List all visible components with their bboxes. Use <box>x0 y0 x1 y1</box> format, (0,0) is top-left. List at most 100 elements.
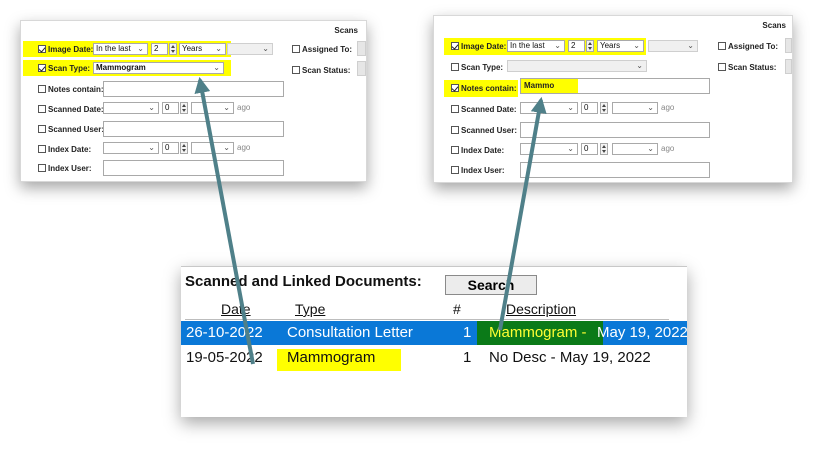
image-date-count-value: 2 <box>571 41 576 50</box>
chevron-down-icon: ⌄ <box>554 41 561 50</box>
scanned-date-ago: ago <box>237 103 251 112</box>
index-date-spinner[interactable] <box>600 143 608 155</box>
index-date-label: Index Date: <box>461 146 505 155</box>
index-date-mode-select[interactable]: ⌄ <box>520 143 578 155</box>
scan-status-field[interactable] <box>357 61 366 76</box>
index-date-mode-select[interactable]: ⌄ <box>103 142 159 154</box>
scan-type-label: Scan Type: <box>461 63 504 72</box>
index-date-count-field[interactable]: 0 <box>581 143 598 155</box>
image-date-count-field[interactable]: 2 <box>568 40 585 52</box>
image-date-checkbox[interactable] <box>38 45 46 53</box>
row-num: 1 <box>463 324 472 341</box>
table-row[interactable]: 19-05-2022 Mammogram 1 No Desc - May 19,… <box>181 346 687 371</box>
scanned-date-count-value: 0 <box>165 103 170 112</box>
image-date-extra-select[interactable]: ⌄ <box>648 40 698 52</box>
index-date-count-field[interactable]: 0 <box>162 142 179 154</box>
image-date-count-spinner[interactable] <box>169 43 177 55</box>
scanned-user-label: Scanned User: <box>48 125 105 134</box>
row-description-highlight: Mammogram - <box>489 324 587 341</box>
scanned-date-unit-select[interactable]: ⌄ <box>191 102 234 114</box>
notes-contain-label: Notes contain: <box>461 84 517 93</box>
chevron-down-icon: ⌄ <box>636 61 643 70</box>
image-date-unit-select[interactable]: Years ⌄ <box>179 43 226 55</box>
index-date-count-value: 0 <box>584 144 589 153</box>
scanned-date-mode-select[interactable]: ⌄ <box>520 102 578 114</box>
scanned-date-spinner[interactable] <box>600 102 608 114</box>
scanned-date-count-field[interactable]: 0 <box>162 102 179 114</box>
assigned-to-field[interactable] <box>357 41 366 56</box>
notes-contain-input[interactable] <box>103 81 284 97</box>
scan-status-checkbox[interactable] <box>718 63 726 71</box>
scans-filter-panel-left: Scans Image Date: In the last ⌄ 2 Years ⌄ … <box>20 20 367 182</box>
chevron-down-icon: ⌄ <box>687 41 694 50</box>
index-date-spinner[interactable] <box>180 142 188 154</box>
chevron-down-icon: ⌄ <box>567 103 574 112</box>
index-date-checkbox[interactable] <box>451 146 459 154</box>
scanned-date-label: Scanned Date: <box>48 105 104 114</box>
column-header-type[interactable]: Type <box>295 301 325 317</box>
chevron-down-icon: ⌄ <box>647 103 654 112</box>
index-date-ago: ago <box>661 144 675 153</box>
scan-status-field[interactable] <box>785 59 792 74</box>
row-type: Mammogram <box>287 349 376 366</box>
assigned-to-label: Assigned To: <box>728 42 779 51</box>
index-user-checkbox[interactable] <box>451 166 459 174</box>
image-date-count-value: 2 <box>154 44 159 53</box>
column-header-date[interactable]: Date <box>221 301 251 317</box>
row-description-rest: May 19, 2022 <box>597 324 688 341</box>
index-user-label: Index User: <box>48 164 92 173</box>
image-date-extra-select[interactable]: ⌄ <box>227 43 273 55</box>
index-user-input[interactable] <box>520 162 710 178</box>
search-button[interactable]: Search <box>445 275 537 295</box>
index-user-checkbox[interactable] <box>38 164 46 172</box>
scanned-date-checkbox[interactable] <box>451 105 459 113</box>
image-date-label: Image Date: <box>461 42 507 51</box>
scanned-user-input[interactable] <box>520 122 710 138</box>
column-header-description[interactable]: Description <box>506 301 576 317</box>
scanned-date-mode-select[interactable]: ⌄ <box>103 102 159 114</box>
column-header-num[interactable]: # <box>453 301 461 317</box>
image-date-count-spinner[interactable] <box>586 40 594 52</box>
scan-type-checkbox[interactable] <box>38 64 46 72</box>
scanned-user-checkbox[interactable] <box>451 126 459 134</box>
index-date-unit-select[interactable]: ⌄ <box>612 143 658 155</box>
scan-type-label: Scan Type: <box>48 64 91 73</box>
row-date: 19-05-2022 <box>186 349 263 366</box>
index-user-input[interactable] <box>103 160 284 176</box>
image-date-unit-value: Years <box>600 41 621 50</box>
assigned-to-label: Assigned To: <box>302 45 353 54</box>
scanned-date-checkbox[interactable] <box>38 105 46 113</box>
scanned-date-count-field[interactable]: 0 <box>581 102 598 114</box>
scanned-date-unit-select[interactable]: ⌄ <box>612 102 658 114</box>
index-date-unit-select[interactable]: ⌄ <box>191 142 234 154</box>
scanned-date-count-value: 0 <box>584 103 589 112</box>
notes-contain-checkbox[interactable] <box>451 84 459 92</box>
scan-type-value: Mammogram <box>96 63 146 72</box>
table-row[interactable]: 26-10-2022 Consultation Letter 1 Mammogr… <box>181 321 688 345</box>
documents-title: Scanned and Linked Documents: <box>185 273 422 290</box>
scanned-user-checkbox[interactable] <box>38 125 46 133</box>
chevron-down-icon: ⌄ <box>567 144 574 153</box>
image-date-checkbox[interactable] <box>451 42 459 50</box>
chevron-down-icon: ⌄ <box>213 63 220 72</box>
scan-type-select[interactable]: ⌄ <box>507 60 647 72</box>
notes-contain-label: Notes contain: <box>48 85 104 94</box>
index-date-label: Index Date: <box>48 145 92 154</box>
image-date-mode-select[interactable]: In the last ⌄ <box>507 40 565 52</box>
image-date-mode-select[interactable]: In the last ⌄ <box>93 43 148 55</box>
notes-contain-checkbox[interactable] <box>38 85 46 93</box>
scanned-user-input[interactable] <box>103 121 284 137</box>
chevron-down-icon: ⌄ <box>215 44 222 53</box>
image-date-count-field[interactable]: 2 <box>151 43 168 55</box>
assigned-to-field[interactable] <box>785 38 792 53</box>
scan-type-select[interactable]: Mammogram ⌄ <box>93 62 224 74</box>
assigned-to-checkbox[interactable] <box>292 45 300 53</box>
scanned-date-spinner[interactable] <box>180 102 188 114</box>
scanned-date-label: Scanned Date: <box>461 105 517 114</box>
scan-status-checkbox[interactable] <box>292 66 300 74</box>
assigned-to-checkbox[interactable] <box>718 42 726 50</box>
image-date-unit-select[interactable]: Years ⌄ <box>597 40 644 52</box>
row-type: Consultation Letter <box>287 324 413 341</box>
scan-type-checkbox[interactable] <box>451 63 459 71</box>
index-date-checkbox[interactable] <box>38 145 46 153</box>
